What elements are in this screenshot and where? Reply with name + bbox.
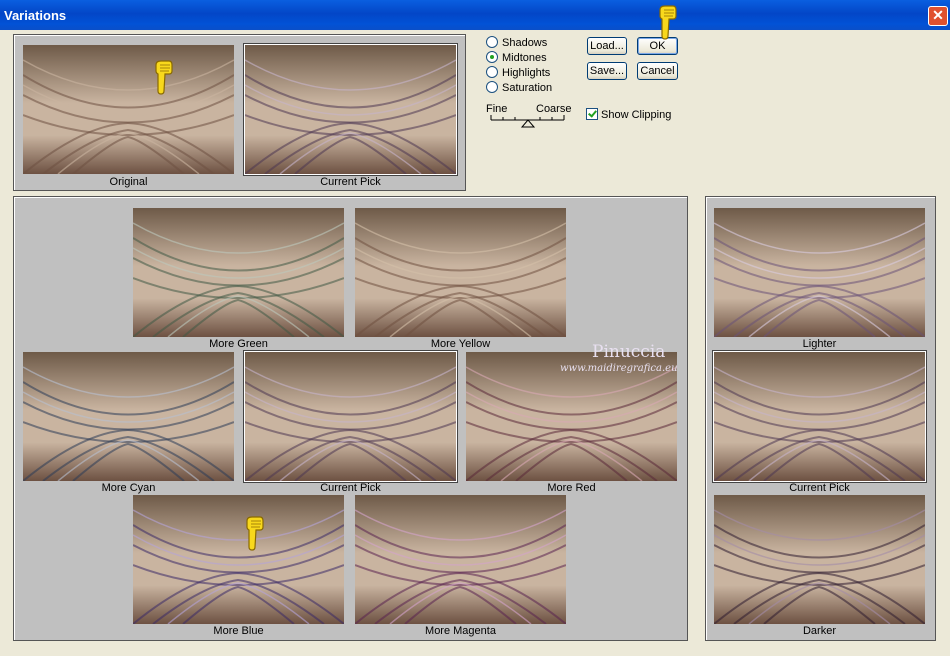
more-magenta-label: More Magenta xyxy=(425,625,496,637)
close-icon[interactable]: ✕ xyxy=(928,6,948,26)
checkbox-box[interactable] xyxy=(586,108,598,120)
more-red-label: More Red xyxy=(547,482,596,494)
cancel-button[interactable]: Cancel xyxy=(637,62,678,80)
brightness-panel: Lighter Current Pick Darker xyxy=(705,196,936,641)
show-clipping-checkbox[interactable]: Show Clipping xyxy=(586,108,671,121)
current-pick-label: Current Pick xyxy=(320,482,381,494)
watermark-url: www.maidiregrafica.eu xyxy=(560,363,678,374)
radio-button[interactable] xyxy=(486,66,498,78)
lighter-thumbnail[interactable] xyxy=(714,208,925,337)
radio-button[interactable] xyxy=(486,36,498,48)
more-green-thumbnail[interactable] xyxy=(133,208,344,337)
radio-label: Shadows xyxy=(502,37,548,49)
more-blue-thumbnail[interactable] xyxy=(133,495,344,624)
current-pick-thumbnail xyxy=(244,44,457,175)
fine-coarse-slider[interactable] xyxy=(488,114,568,130)
save-button[interactable]: Save... xyxy=(587,62,627,80)
radio-midtones[interactable]: Midtones xyxy=(486,51,547,65)
pointer-hand-icon xyxy=(246,516,264,551)
more-cyan-label: More Cyan xyxy=(101,482,156,494)
window-title: Variations xyxy=(4,8,67,23)
current-pick-thumbnail[interactable] xyxy=(244,351,457,482)
current-pick-thumbnail[interactable] xyxy=(713,351,926,482)
radio-label: Midtones xyxy=(502,52,547,64)
more-green-label: More Green xyxy=(209,338,268,350)
more-yellow-label: More Yellow xyxy=(430,338,491,350)
radio-highlights[interactable]: Highlights xyxy=(486,66,550,80)
current-pick-label: Current Pick xyxy=(789,482,850,494)
radio-button[interactable] xyxy=(486,81,498,93)
lighter-label: Lighter xyxy=(802,338,837,350)
radio-label: Highlights xyxy=(502,67,551,79)
title-bar: Variations ✕ xyxy=(0,0,950,30)
pointer-hand-icon xyxy=(659,5,677,40)
more-yellow-thumbnail[interactable] xyxy=(355,208,566,337)
watermark-name: Pinuccia xyxy=(592,342,666,362)
more-cyan-thumbnail[interactable] xyxy=(23,352,234,481)
more-magenta-thumbnail[interactable] xyxy=(355,495,566,624)
radio-shadows[interactable]: Shadows xyxy=(486,36,547,50)
more-blue-label: More Blue xyxy=(213,625,264,637)
darker-label: Darker xyxy=(802,625,836,637)
current-pick-label: Current Pick xyxy=(320,176,381,188)
show-clipping-label: Show Clipping xyxy=(601,109,672,121)
radio-saturation[interactable]: Saturation xyxy=(486,81,552,95)
darker-thumbnail[interactable] xyxy=(714,495,925,624)
original-label: Original xyxy=(109,176,148,188)
original-thumbnail xyxy=(23,45,234,174)
pointer-hand-icon xyxy=(155,60,173,95)
color-variations-panel: More Green More Yellow More Cyan Current… xyxy=(13,196,688,641)
radio-button[interactable] xyxy=(486,51,498,63)
preview-panel: Original Current Pick xyxy=(13,34,466,191)
load-button[interactable]: Load... xyxy=(587,37,627,55)
radio-label: Saturation xyxy=(502,82,553,94)
